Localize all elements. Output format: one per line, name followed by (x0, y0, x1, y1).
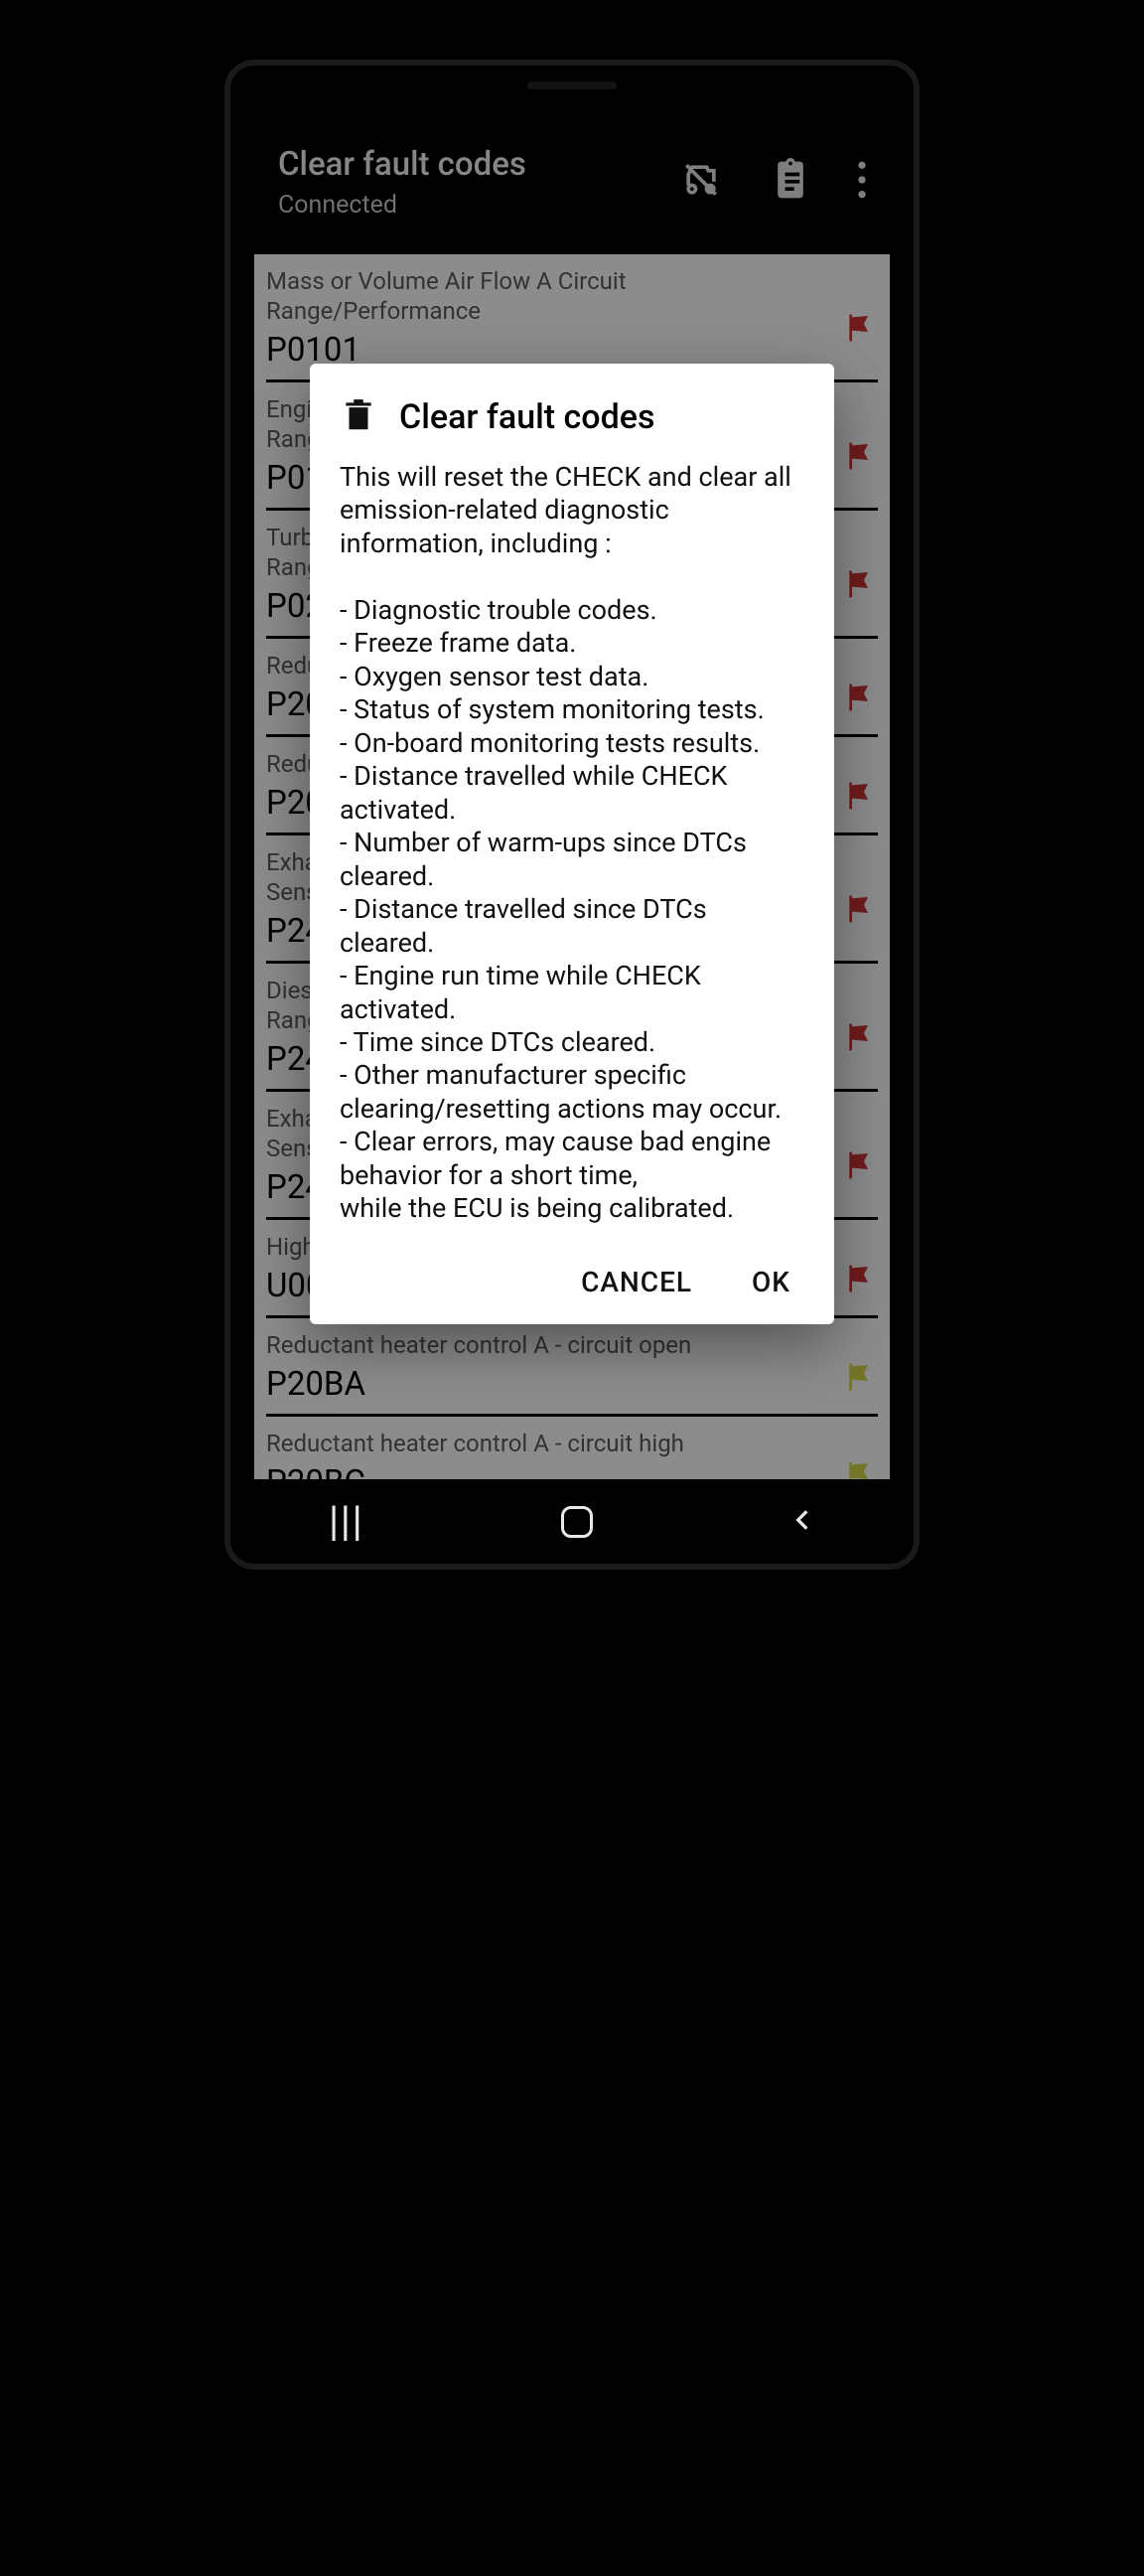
nav-back[interactable] (789, 1507, 815, 1537)
clear-codes-dialog: Clear fault codes This will reset the CH… (310, 364, 834, 1324)
nav-home[interactable] (561, 1506, 593, 1538)
ok-button[interactable]: OK (750, 1256, 792, 1308)
dialog-title: Clear fault codes (399, 397, 654, 437)
phone-frame: Clear fault codes Connected Mass or Volu… (224, 60, 920, 1570)
dialog-actions: CANCEL OK (340, 1256, 804, 1308)
dialog-header: Clear fault codes (340, 393, 804, 441)
cancel-button[interactable]: CANCEL (579, 1256, 694, 1308)
trash-icon (340, 393, 377, 441)
dialog-body: This will reset the CHECK and clear all … (340, 461, 804, 1226)
android-navbar: ||| (230, 1479, 914, 1564)
nav-recent[interactable]: ||| (329, 1500, 364, 1543)
